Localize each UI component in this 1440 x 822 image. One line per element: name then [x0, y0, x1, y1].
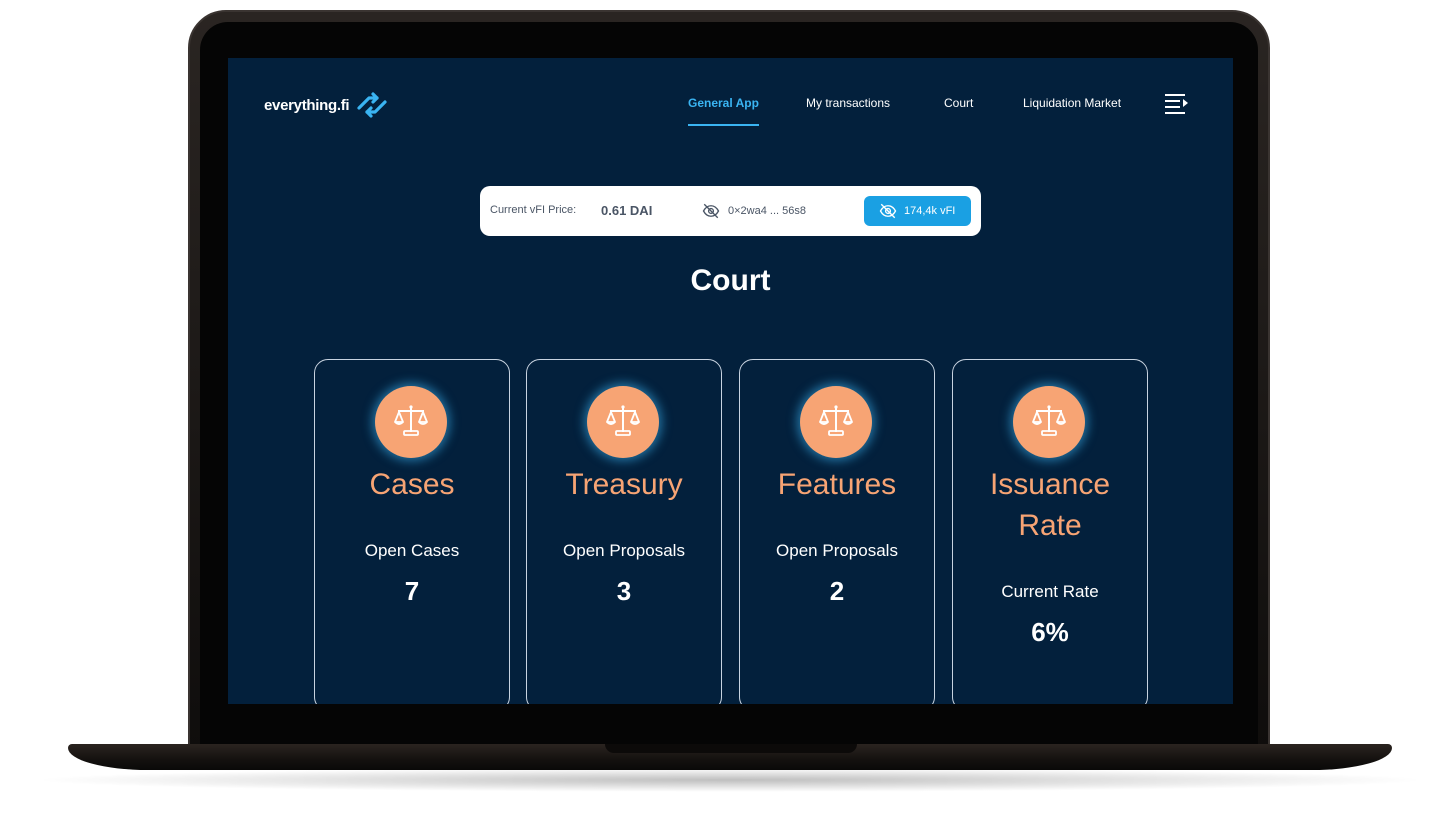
brand-name: everything.fi — [264, 96, 350, 114]
scales-icon — [587, 386, 659, 458]
eye-off-icon[interactable] — [702, 202, 720, 220]
card-title: Features — [777, 468, 897, 501]
laptop-shadow — [30, 768, 1430, 792]
nav-my-transactions[interactable]: My transactions — [806, 96, 890, 110]
balance-amount: 174,4k vFI — [904, 205, 956, 217]
card-features[interactable]: Features Open Proposals 2 — [739, 359, 935, 704]
wallet-address[interactable]: 0×2wa4 ... 56s8 — [728, 205, 806, 217]
scales-icon — [800, 386, 872, 458]
card-value: 3 — [616, 576, 632, 606]
card-value: 2 — [829, 576, 845, 606]
card-subtitle: Current Rate — [1001, 582, 1099, 601]
card-title: Treasury — [565, 468, 683, 501]
nav-active-indicator — [688, 124, 759, 126]
app-screen: everything.fi General App My transaction… — [228, 58, 1233, 704]
card-title: Issuance Rate — [989, 468, 1111, 542]
wallet-info-bar: Current vFI Price: 0.61 DAI 0×2wa4 ... 5… — [480, 186, 981, 236]
eye-off-icon — [879, 203, 897, 219]
card-title: Cases — [369, 468, 455, 501]
brand-logo[interactable]: everything.fi — [264, 88, 389, 122]
vfi-price-value: 0.61 DAI — [601, 203, 653, 218]
logo-arrows-icon — [357, 92, 387, 118]
nav-liquidation-market[interactable]: Liquidation Market — [1023, 96, 1121, 110]
nav-court[interactable]: Court — [944, 96, 973, 110]
card-issuance-rate[interactable]: Issuance Rate Current Rate 6% — [952, 359, 1148, 704]
card-value: 6% — [1031, 617, 1069, 647]
balance-button[interactable]: 174,4k vFI — [864, 196, 971, 226]
nav-general-app[interactable]: General App — [688, 96, 759, 110]
page-title: Court — [690, 264, 771, 297]
scales-icon — [1013, 386, 1085, 458]
card-cases[interactable]: Cases Open Cases 7 — [314, 359, 510, 704]
menu-icon[interactable] — [1164, 92, 1190, 114]
laptop-hinge-notch — [605, 744, 857, 753]
card-subtitle: Open Proposals — [776, 541, 898, 560]
card-subtitle: Open Cases — [364, 541, 460, 560]
vfi-price-label: Current vFI Price: — [490, 204, 577, 216]
card-value: 7 — [404, 576, 420, 606]
card-treasury[interactable]: Treasury Open Proposals 3 — [526, 359, 722, 704]
card-subtitle: Open Proposals — [563, 541, 685, 560]
scales-icon — [375, 386, 447, 458]
